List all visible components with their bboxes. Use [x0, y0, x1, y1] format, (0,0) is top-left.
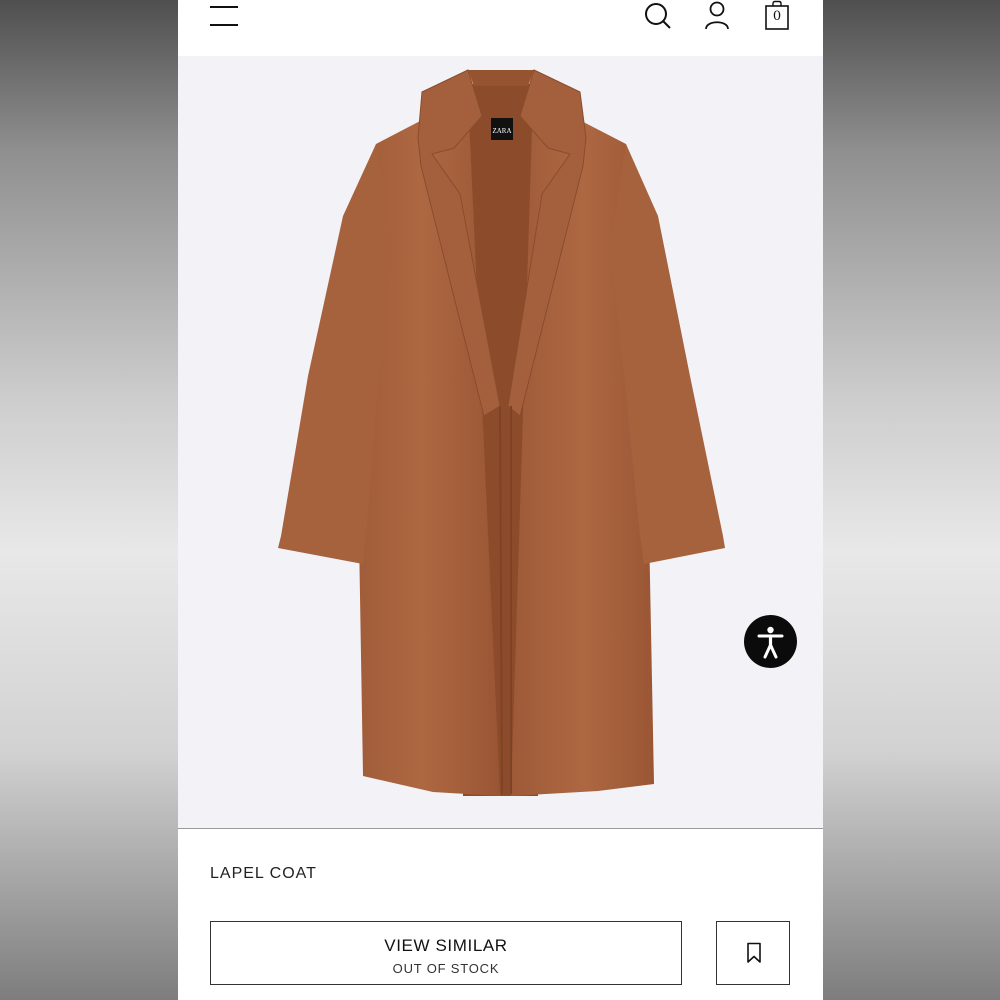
user-account-icon[interactable]: [702, 0, 732, 32]
product-name: LAPEL COAT: [210, 865, 317, 882]
cart-count: 0: [772, 9, 782, 24]
brand-label: ZARA: [492, 127, 511, 135]
search-icon[interactable]: [643, 0, 673, 32]
bookmark-icon: [747, 942, 761, 963]
accessibility-icon: [757, 626, 784, 659]
left-background: [0, 0, 178, 1000]
mobile-page: 0 ZARA LAPEL COAT VIEW SIMILAR OUT OF ST…: [178, 0, 823, 1000]
header-bar: 0: [178, 0, 823, 56]
hamburger-menu-icon[interactable]: [210, 4, 240, 28]
view-similar-button[interactable]: VIEW SIMILAR OUT OF STOCK: [210, 921, 682, 985]
right-background: [823, 0, 1000, 1000]
wishlist-button[interactable]: [716, 921, 790, 985]
brown-coat-image: ZARA: [278, 69, 725, 796]
accessibility-button[interactable]: [744, 615, 797, 668]
divider: [178, 828, 823, 829]
stock-status: OUT OF STOCK: [392, 961, 500, 976]
product-image[interactable]: ZARA: [178, 56, 823, 828]
view-similar-label: VIEW SIMILAR: [384, 936, 508, 955]
shopping-bag-icon[interactable]: 0: [763, 0, 791, 32]
